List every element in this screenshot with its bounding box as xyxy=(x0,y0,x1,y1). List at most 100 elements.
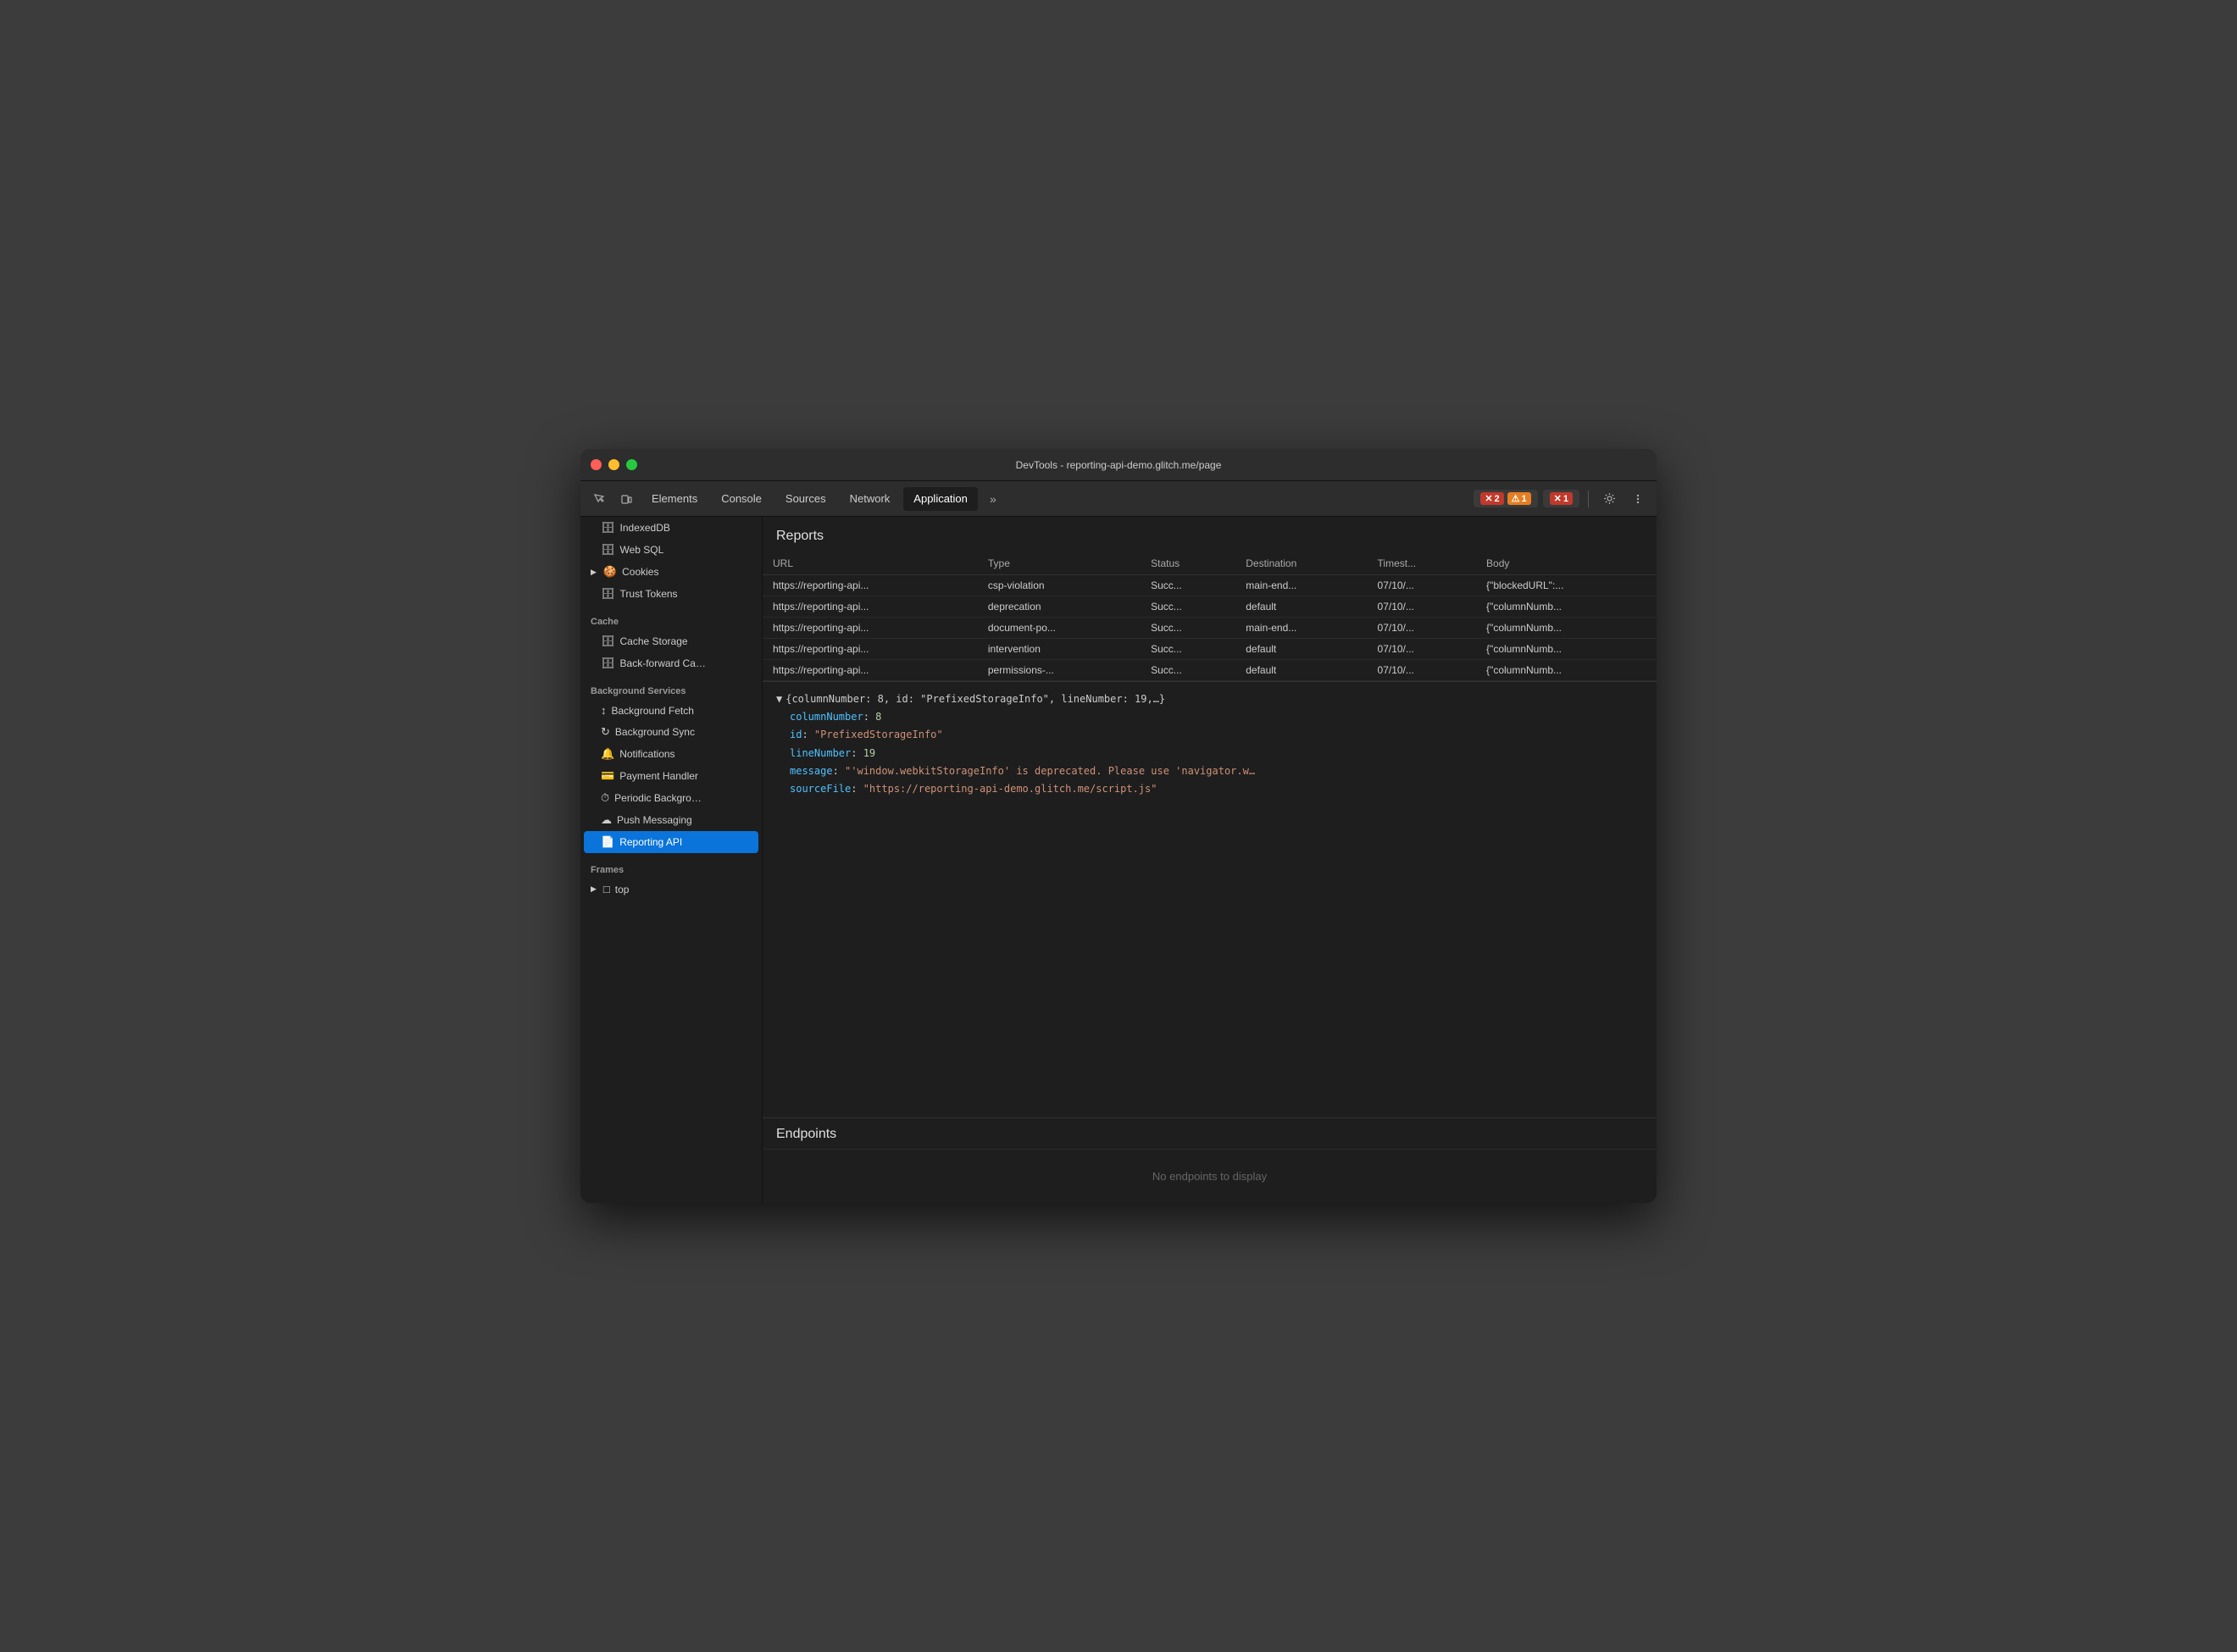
json-key-message: message xyxy=(790,763,833,779)
window-title: DevTools - reporting-api-demo.glitch.me/… xyxy=(1016,459,1222,471)
settings-button[interactable] xyxy=(1597,487,1621,511)
notification-icon: 🔔 xyxy=(601,747,614,761)
sidebar-item-indexeddb[interactable]: 🗄 IndexedDB xyxy=(584,517,758,539)
table-cell-type: document-po... xyxy=(978,618,1141,639)
endpoints-title: Endpoints xyxy=(763,1118,1657,1150)
sidebar-item-cache-storage[interactable]: 🗄 Cache Storage xyxy=(584,630,758,652)
sidebar-item-bg-fetch[interactable]: ↕ Background Fetch xyxy=(584,700,758,721)
tab-elements[interactable]: Elements xyxy=(641,487,708,511)
table-cell-body: {"blockedURL":... xyxy=(1476,575,1657,596)
json-field-columnNumber: columnNumber : 8 xyxy=(776,708,1643,726)
col-type: Type xyxy=(978,552,1141,575)
expand-arrow-icon: ▶ xyxy=(591,568,597,577)
error-badge-group[interactable]: ✕ 2 ⚠ 1 xyxy=(1474,490,1537,507)
table-cell-type: csp-violation xyxy=(978,575,1141,596)
col-timestamp: Timest... xyxy=(1368,552,1477,575)
reports-table-container[interactable]: URL Type Status Destination Timest... Bo… xyxy=(763,552,1657,681)
sidebar-item-notifications[interactable]: 🔔 Notifications xyxy=(584,743,758,765)
more-tabs-button[interactable]: » xyxy=(981,487,1005,511)
col-body: Body xyxy=(1476,552,1657,575)
more-options-button[interactable] xyxy=(1626,487,1650,511)
json-key-id: id xyxy=(790,727,802,743)
maximize-button[interactable] xyxy=(626,459,637,470)
sidebar-item-bg-sync[interactable]: ↻ Background Sync xyxy=(584,721,758,743)
table-cell-body: {"columnNumb... xyxy=(1476,618,1657,639)
content-panel: Reports URL Type Status Destination Time… xyxy=(763,517,1657,1203)
table-cell-timestamp: 07/10/... xyxy=(1368,618,1477,639)
database-icon: 🗄 xyxy=(601,521,615,535)
minimize-button[interactable] xyxy=(608,459,619,470)
sidebar-item-frames-top[interactable]: ▶ □ top xyxy=(584,879,758,900)
sidebar-item-trust-tokens[interactable]: 🗄 Trust Tokens xyxy=(584,583,758,605)
cloud-icon: ☁ xyxy=(601,813,612,827)
json-value-columnNumber: 8 xyxy=(875,709,881,725)
json-collapsed-text: {columnNumber: 8, id: "PrefixedStorageIn… xyxy=(785,691,1165,707)
database-icon: 🗄 xyxy=(601,543,615,557)
json-collapsed-row[interactable]: ▼ {columnNumber: 8, id: "PrefixedStorage… xyxy=(776,690,1643,708)
issue-badge: ✕ 1 xyxy=(1550,492,1573,505)
json-field-id: id : "PrefixedStorageInfo" xyxy=(776,726,1643,744)
sidebar-item-push-messaging[interactable]: ☁ Push Messaging xyxy=(584,809,758,831)
table-row[interactable]: https://reporting-api...document-po...Su… xyxy=(763,618,1657,639)
expand-arrow-icon: ▶ xyxy=(591,884,597,894)
toolbar-right: ✕ 2 ⚠ 1 ✕ 1 xyxy=(1474,487,1650,511)
sidebar-item-cookies[interactable]: ▶ 🍪 Cookies xyxy=(584,561,758,583)
table-cell-body: {"columnNumb... xyxy=(1476,639,1657,660)
table-cell-destination: main-end... xyxy=(1235,575,1367,596)
database-icon: 🗄 xyxy=(601,587,615,601)
devtools-window: DevTools - reporting-api-demo.glitch.me/… xyxy=(580,449,1657,1203)
titlebar: DevTools - reporting-api-demo.glitch.me/… xyxy=(580,449,1657,481)
inspect-element-button[interactable] xyxy=(587,487,611,511)
table-cell-url: https://reporting-api... xyxy=(763,660,978,681)
table-row[interactable]: https://reporting-api...csp-violationSuc… xyxy=(763,575,1657,596)
reports-title: Reports xyxy=(763,517,1657,552)
table-row[interactable]: https://reporting-api...interventionSucc… xyxy=(763,639,1657,660)
table-cell-type: permissions-... xyxy=(978,660,1141,681)
table-cell-body: {"columnNumb... xyxy=(1476,660,1657,681)
traffic-lights xyxy=(591,459,637,470)
table-cell-status: Succ... xyxy=(1141,660,1235,681)
table-cell-type: intervention xyxy=(978,639,1141,660)
json-value-lineNumber: 19 xyxy=(863,746,875,762)
main-content: 🗄 IndexedDB 🗄 Web SQL ▶ 🍪 Cookies 🗄 Trus… xyxy=(580,517,1657,1203)
col-url: URL xyxy=(763,552,978,575)
endpoints-empty-message: No endpoints to display xyxy=(763,1150,1657,1203)
col-status: Status xyxy=(1141,552,1235,575)
table-cell-type: deprecation xyxy=(978,596,1141,618)
tab-application[interactable]: Application xyxy=(903,487,978,511)
tab-console[interactable]: Console xyxy=(711,487,772,511)
table-cell-url: https://reporting-api... xyxy=(763,618,978,639)
close-button[interactable] xyxy=(591,459,602,470)
tab-network[interactable]: Network xyxy=(840,487,901,511)
table-cell-url: https://reporting-api... xyxy=(763,575,978,596)
cache-section-header: Cache xyxy=(580,605,762,630)
tab-sources[interactable]: Sources xyxy=(775,487,836,511)
sidebar-item-websql[interactable]: 🗄 Web SQL xyxy=(584,539,758,561)
sidebar-item-back-forward[interactable]: 🗄 Back-forward Ca… xyxy=(584,652,758,674)
cookie-icon: 🍪 xyxy=(603,565,617,579)
sidebar-item-periodic-bg[interactable]: ⏱ Periodic Backgro… xyxy=(584,787,758,809)
issue-badge-group[interactable]: ✕ 1 xyxy=(1543,490,1579,507)
table-row[interactable]: https://reporting-api...deprecationSucc.… xyxy=(763,596,1657,618)
json-detail-viewer[interactable]: ▼ {columnNumber: 8, id: "PrefixedStorage… xyxy=(763,681,1657,1117)
sidebar-item-payment-handler[interactable]: 💳 Payment Handler xyxy=(584,765,758,787)
toolbar: Elements Console Sources Network Applica… xyxy=(580,481,1657,517)
frame-icon: □ xyxy=(603,883,610,895)
table-cell-url: https://reporting-api... xyxy=(763,596,978,618)
json-field-message: message : "'window.webkitStorageInfo' is… xyxy=(776,762,1643,780)
table-cell-destination: default xyxy=(1235,596,1367,618)
timer-icon: ⏱ xyxy=(601,791,609,805)
table-cell-body: {"columnNumb... xyxy=(1476,596,1657,618)
table-cell-destination: default xyxy=(1235,639,1367,660)
device-toolbar-button[interactable] xyxy=(614,487,638,511)
json-key-sourceFile: sourceFile xyxy=(790,781,851,797)
json-value-sourceFile: "https://reporting-api-demo.glitch.me/sc… xyxy=(863,781,1157,797)
json-expand-arrow[interactable]: ▼ xyxy=(776,691,782,707)
json-value-message: "'window.webkitStorageInfo' is deprecate… xyxy=(845,763,1255,779)
table-cell-destination: default xyxy=(1235,660,1367,681)
json-key-columnNumber: columnNumber xyxy=(790,709,863,725)
table-row[interactable]: https://reporting-api...permissions-...S… xyxy=(763,660,1657,681)
sidebar-item-reporting-api[interactable]: 📄 Reporting API xyxy=(584,831,758,853)
table-cell-status: Succ... xyxy=(1141,618,1235,639)
endpoints-section: Endpoints No endpoints to display xyxy=(763,1117,1657,1203)
